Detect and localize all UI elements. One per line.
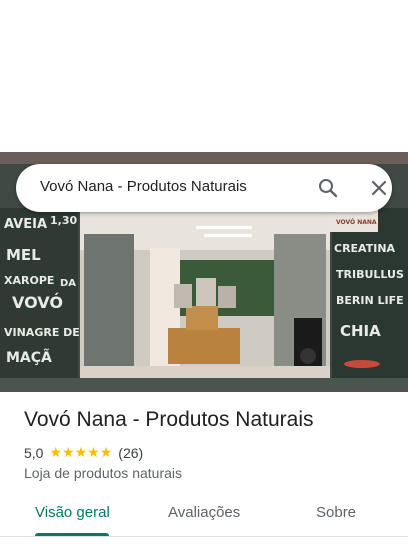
rating-row[interactable]: 5,0 ★ ★ ★ ★ ★ (26) (24, 444, 143, 462)
star-icon: ★ (49, 445, 63, 461)
place-tabs: Visão geral Avaliações Sobre (0, 492, 408, 538)
chalk-text-left-1: 1,30 (50, 214, 77, 227)
tab-overview[interactable]: Visão geral (35, 504, 110, 521)
tabs-divider (0, 536, 408, 537)
chalk-text-right-3: CHIA (340, 322, 381, 340)
close-icon[interactable] (367, 176, 391, 200)
star-icon: ★ (62, 445, 75, 461)
star-icon: ★ (87, 445, 100, 461)
tab-reviews[interactable]: Avaliações (168, 504, 240, 521)
chalk-text-left-5: VOVÓ (12, 293, 63, 312)
chalk-text-left-4: DA (60, 278, 76, 289)
star-icon: ★ (74, 445, 88, 461)
chalk-text-left-6: VINAGRE DE (4, 326, 80, 339)
chalk-text-right-2: BERIN LIFE (336, 294, 404, 307)
place-category[interactable]: Loja de produtos naturais (24, 465, 182, 481)
chalk-text-left-7: MAÇÃ (6, 349, 52, 366)
chalk-text-right-1: TRIBULLUS (336, 268, 404, 281)
chalk-text-left-0: AVEIA (4, 217, 47, 232)
chalk-text-right-0: CREATINA (334, 242, 396, 255)
chalk-text-left-2: MEL (6, 246, 41, 264)
tab-about[interactable]: Sobre (316, 504, 356, 521)
star-icon: ★ (99, 445, 113, 461)
place-title: Vovó Nana - Produtos Naturais (24, 408, 314, 431)
rating-stars: ★ ★ ★ ★ ★ (49, 446, 112, 460)
chalk-text-left-3: XAROPE (4, 274, 54, 287)
search-query-text[interactable]: Vovó Nana - Produtos Naturais (40, 178, 247, 195)
store-sign-text: VOVÓ NANA (336, 219, 377, 226)
review-count[interactable]: (26) (118, 445, 143, 461)
search-icon[interactable] (316, 176, 340, 200)
map-area-blank (0, 0, 408, 152)
rating-value: 5,0 (24, 445, 44, 461)
search-bar[interactable]: Vovó Nana - Produtos Naturais (16, 164, 392, 212)
